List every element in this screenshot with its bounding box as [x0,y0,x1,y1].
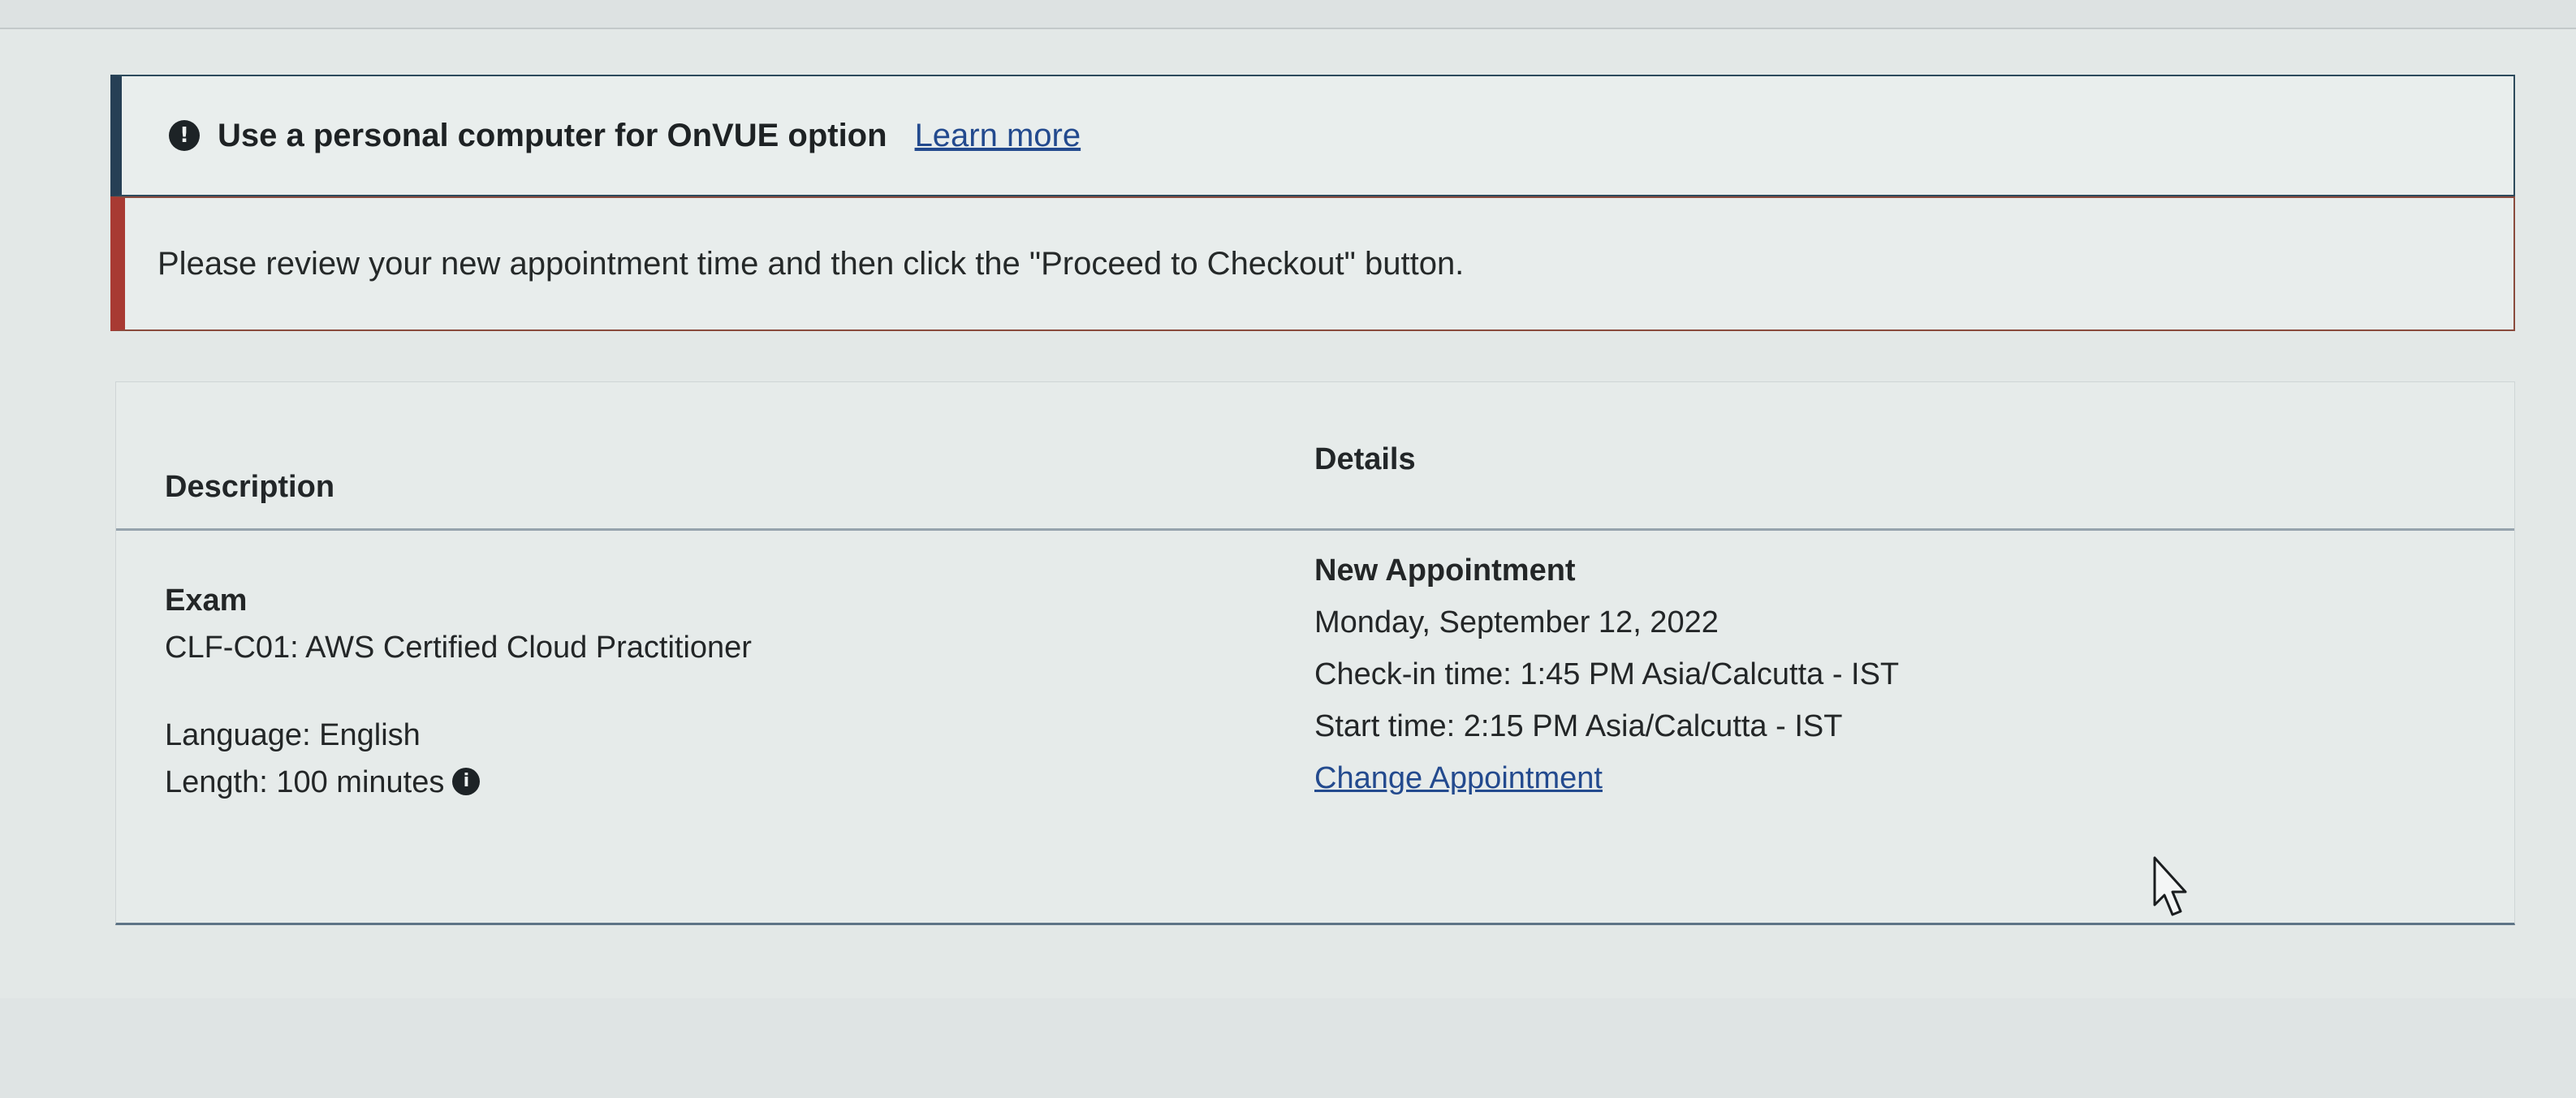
exam-length-row: Length: 100 minutes i [165,759,1220,806]
page-top-bar [0,0,2576,29]
description-cell: Exam CLF-C01: AWS Certified Cloud Practi… [165,577,1220,806]
appointment-date: Monday, September 12, 2022 [1314,605,1719,639]
exam-language: Language: English [165,718,421,752]
appointment-details-card: Description Details Exam CLF-C01: AWS Ce… [115,381,2515,925]
change-appointment-link[interactable]: Change Appointment [1314,761,1603,795]
mouse-cursor-icon [2153,856,2187,916]
checkin-time: Check-in time: 1:45 PM Asia/Calcutta - I… [1314,657,1900,691]
exam-length: Length: 100 minutes [165,765,445,799]
details-cell: New Appointment Monday, September 12, 20… [1314,545,2370,804]
page-bottom-area [0,998,2576,1098]
table-header: Description Details [116,382,2514,531]
info-alert-text: Use a personal computer for OnVUE option [218,117,887,153]
exam-name: CLF-C01: AWS Certified Cloud Practitione… [165,631,752,665]
exam-heading: Exam [165,583,248,618]
info-circle-icon[interactable]: i [452,767,481,795]
learn-more-link[interactable]: Learn more [915,118,1081,154]
details-column-header: Details [1314,442,1416,476]
info-alert: ! Use a personal computer for OnVUE opti… [110,75,2515,196]
description-column-header: Description [165,470,335,504]
start-time: Start time: 2:15 PM Asia/Calcutta - IST [1314,709,1843,743]
info-circle-icon: ! [169,120,200,151]
warning-alert: Please review your new appointment time … [110,196,2515,331]
warning-alert-text: Please review your new appointment time … [157,245,1465,282]
new-appointment-heading: New Appointment [1314,553,1576,588]
